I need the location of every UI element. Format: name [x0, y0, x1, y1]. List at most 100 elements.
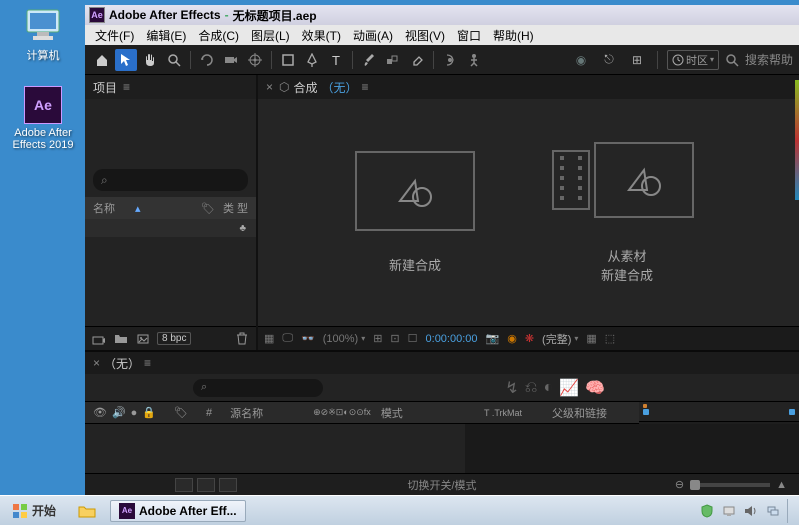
home-icon[interactable]	[91, 49, 113, 71]
bpc-button[interactable]: 8 bpc	[157, 332, 191, 345]
tray-network-icon[interactable]	[765, 503, 781, 519]
tag-col-icon[interactable]: 🏷	[174, 406, 188, 419]
hamburger-icon[interactable]: ≡	[144, 356, 151, 370]
shy-icon[interactable]: ↯	[505, 378, 518, 398]
puppet-tool-icon[interactable]	[463, 49, 485, 71]
hand-tool-icon[interactable]	[139, 49, 161, 71]
hamburger-icon[interactable]: ≡	[123, 80, 130, 94]
menu-window[interactable]: 窗口	[451, 25, 487, 46]
pan-behind-tool-icon[interactable]	[244, 49, 266, 71]
eraser-tool-icon[interactable]	[406, 49, 428, 71]
zoom-out-icon[interactable]: ⊖	[675, 478, 684, 491]
text-tool-icon[interactable]: T	[325, 49, 347, 71]
menu-view[interactable]: 视图(V)	[399, 25, 451, 46]
menu-layer[interactable]: 图层(L)	[245, 25, 296, 46]
project-tabbar[interactable]: 项目 ≡	[85, 75, 256, 99]
toggle-switch-1[interactable]	[175, 478, 193, 492]
timeline-ruler[interactable]	[639, 402, 799, 422]
tray-volume-icon[interactable]	[743, 503, 759, 519]
roto-tool-icon[interactable]	[439, 49, 461, 71]
timecode-display[interactable]: 0:00:00:00	[426, 333, 478, 345]
toggle-switch-2[interactable]	[197, 478, 215, 492]
switch-label[interactable]: 切换开关/模式	[407, 477, 476, 493]
flow-icon[interactable]: ♣	[239, 223, 246, 234]
comp-tabbar[interactable]: × ⬡ 合成 （无） ≡	[258, 75, 799, 99]
folder-icon[interactable]	[113, 332, 129, 346]
colormgmt-icon[interactable]: ❋	[525, 332, 534, 345]
new-composition-button[interactable]: 新建合成	[355, 151, 475, 274]
zoom-slider[interactable]	[690, 483, 770, 487]
workspace-clock-button[interactable]: 时区 ▾	[667, 50, 719, 70]
col-type-label: 类 型	[223, 200, 248, 216]
interpret-icon[interactable]	[91, 332, 107, 346]
workarea-start-icon[interactable]	[643, 409, 649, 415]
rectangle-tool-icon[interactable]	[277, 49, 299, 71]
close-icon[interactable]: ×	[266, 80, 273, 94]
start-button[interactable]: 开始	[4, 500, 64, 521]
snapshot-icon[interactable]: 📷	[486, 332, 500, 345]
timeline-search-input[interactable]: ⌕	[193, 379, 323, 397]
toggle-switch-3[interactable]	[219, 478, 237, 492]
brush-tool-icon[interactable]	[358, 49, 380, 71]
timeline-body[interactable]	[85, 424, 799, 473]
people-icon[interactable]: ◉	[570, 49, 592, 71]
lock-icon[interactable]: 🔒	[142, 406, 156, 419]
tray-show-desktop[interactable]	[787, 499, 795, 523]
channel-icon[interactable]: ◉	[507, 332, 517, 345]
3d-icon[interactable]: ⬚	[605, 332, 615, 345]
taskbar-item-ae[interactable]: Ae Adobe After Eff...	[110, 500, 246, 522]
search-icon[interactable]	[725, 53, 739, 67]
zoom-tool-icon[interactable]	[163, 49, 185, 71]
magnify-icon[interactable]: ▦	[264, 332, 274, 345]
resolution-dropdown[interactable]: (完整)▾	[542, 331, 578, 347]
frame-blend-icon[interactable]: ⎌	[525, 379, 538, 397]
menu-animation[interactable]: 动画(A)	[347, 25, 399, 46]
cti-marker-icon[interactable]	[643, 404, 647, 408]
timeline-tabbar[interactable]: × （无） ≡	[85, 352, 799, 374]
taskbar-ae-label: Adobe After Eff...	[139, 504, 237, 518]
timeline-zoom[interactable]: ⊖ ▲	[675, 478, 787, 491]
lock-icon[interactable]: ⬡	[279, 80, 289, 94]
new-comp-icon[interactable]	[135, 332, 151, 346]
solo-icon[interactable]: ●	[131, 407, 138, 419]
menu-help[interactable]: 帮助(H)	[487, 25, 540, 46]
trash-icon[interactable]	[234, 332, 250, 346]
project-search-input[interactable]: ⌕	[93, 169, 248, 191]
audio-icon[interactable]: 🔊	[112, 406, 126, 419]
pen-tool-icon[interactable]	[301, 49, 323, 71]
share-icon[interactable]: ⎋	[598, 49, 620, 71]
search-help-label[interactable]: 搜索帮助	[745, 51, 793, 68]
close-icon[interactable]: ×	[93, 356, 100, 370]
display-icon[interactable]: 🖵	[282, 332, 293, 345]
mask-icon[interactable]: ☐	[408, 332, 418, 345]
clone-tool-icon[interactable]	[382, 49, 404, 71]
menu-composition[interactable]: 合成(C)	[192, 25, 245, 46]
titlebar[interactable]: Ae Adobe After Effects - 无标题项目.aep	[85, 5, 799, 25]
desktop-icon-computer[interactable]: 计算机	[8, 8, 78, 63]
hamburger-icon[interactable]: ≡	[362, 80, 369, 94]
zoom-in-icon[interactable]: ▲	[776, 479, 787, 491]
eye-icon[interactable]: 👁	[93, 406, 107, 419]
zoom-dropdown[interactable]: (100%)▾	[323, 333, 365, 345]
taskbar-explorer[interactable]	[70, 502, 104, 520]
brain-icon[interactable]: 🧠	[585, 378, 605, 398]
camera-tool-icon[interactable]	[220, 49, 242, 71]
project-columns-header[interactable]: 名称 ▴ 🏷 类 型	[85, 197, 256, 219]
selection-tool-icon[interactable]	[115, 49, 137, 71]
snap-icon[interactable]: ⊞	[626, 49, 648, 71]
menu-effect[interactable]: 效果(T)	[296, 25, 347, 46]
orbit-tool-icon[interactable]	[196, 49, 218, 71]
new-comp-from-footage-button[interactable]: 从素材 新建合成	[552, 142, 702, 284]
view-icon[interactable]: ▦	[586, 332, 596, 345]
tray-security-icon[interactable]	[699, 503, 715, 519]
motion-blur-icon[interactable]: ◐	[543, 379, 553, 397]
menu-file[interactable]: 文件(F)	[89, 25, 140, 46]
tray-hardware-icon[interactable]	[721, 503, 737, 519]
workarea-end-icon[interactable]	[789, 409, 795, 415]
menu-edit[interactable]: 编辑(E)	[140, 25, 192, 46]
res-icon[interactable]: ⊞	[373, 332, 382, 345]
graph-icon[interactable]: 📈	[559, 378, 579, 398]
desktop-icon-ae[interactable]: Ae Adobe After Effects 2019	[8, 86, 78, 151]
grid-icon[interactable]: ⊡	[390, 332, 399, 345]
goggles-icon[interactable]: 👓	[301, 332, 315, 345]
